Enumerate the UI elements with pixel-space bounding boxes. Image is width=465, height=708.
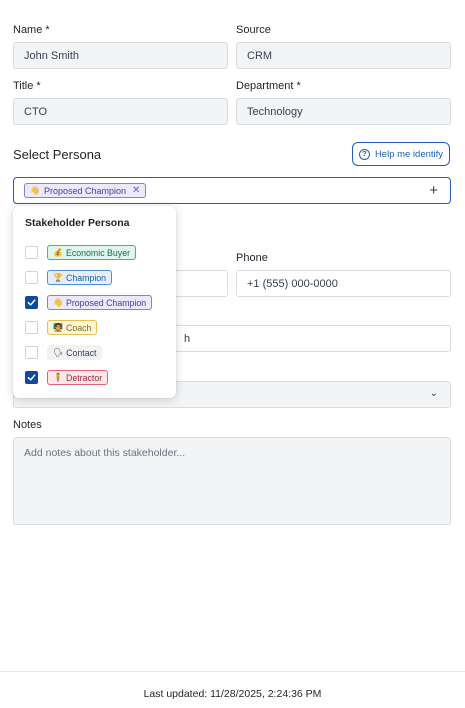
persona-checkbox[interactable] <box>25 246 38 259</box>
title-label: Title * <box>13 80 41 92</box>
persona-option[interactable]: 🧑‍🏫 Coach <box>25 315 164 340</box>
hand-wave-icon: 👋 <box>30 186 40 195</box>
remove-chip-icon[interactable]: ✕ <box>132 185 140 196</box>
select-persona-title: Select Persona <box>13 147 102 162</box>
persona-option-list: 💰 Economic Buyer 🏆 Champion 👋 Proposed Champi… <box>25 240 164 390</box>
add-persona-icon[interactable]: + <box>429 182 438 199</box>
last-updated-text: Last updated: 11/28/2025, 2:24:36 PM <box>143 688 322 700</box>
persona-tag: 🗣 Contact <box>47 345 103 360</box>
persona-option[interactable]: 🏆 Champion <box>25 265 164 290</box>
notes-label: Notes <box>13 419 42 431</box>
persona-checkbox[interactable] <box>25 371 38 384</box>
checkmark-icon <box>27 374 36 381</box>
persona-option[interactable]: 👋 Proposed Champion <box>25 290 164 315</box>
question-circle-icon: ? <box>358 148 370 160</box>
hidden-field-tail: h <box>184 332 191 345</box>
phone-label: Phone <box>236 252 268 264</box>
phone-field[interactable]: +1 (555) 000-0000 <box>236 270 451 297</box>
persona-tag: 🏆 Champion <box>47 270 113 285</box>
notes-textarea[interactable]: Add notes about this stakeholder... <box>13 437 451 525</box>
person-icon: 🧍 <box>53 373 63 382</box>
dropdown-title: Stakeholder Persona <box>25 217 130 229</box>
department-label: Department * <box>236 80 301 92</box>
speech-icon: 🗣 <box>53 348 64 357</box>
persona-checkbox[interactable] <box>25 296 38 309</box>
persona-option-label: Champion <box>65 272 107 283</box>
persona-tag: 💰 Economic Buyer <box>47 245 137 260</box>
persona-option-label: Economic Buyer <box>65 247 131 258</box>
hand-wave-icon: 👋 <box>53 298 63 307</box>
chalkboard-teacher-icon: 🧑‍🏫 <box>53 323 63 332</box>
chevron-down-icon: ⌄ <box>429 388 438 399</box>
persona-option[interactable]: 🧍 Detractor <box>25 365 164 390</box>
persona-option-label: Coach <box>65 322 92 333</box>
selected-persona-label: Proposed Champion <box>43 185 127 196</box>
persona-checkbox[interactable] <box>25 321 38 334</box>
persona-option-label: Proposed Champion <box>65 297 147 308</box>
persona-checkbox[interactable] <box>25 346 38 359</box>
persona-option-label: Contact <box>66 347 97 358</box>
name-label: Name * <box>13 24 50 36</box>
persona-dropdown: Stakeholder Persona 💰 Economic Buyer 🏆 Cham… <box>13 206 176 398</box>
money-bag-icon: 💰 <box>53 248 63 257</box>
persona-option[interactable]: 💰 Economic Buyer <box>25 240 164 265</box>
name-field[interactable]: John Smith <box>13 42 228 69</box>
help-me-identify-button[interactable]: ? Help me identify <box>352 142 450 166</box>
persona-tag: 🧍 Detractor <box>47 370 109 385</box>
selected-persona-chip: 👋 Proposed Champion ✕ <box>24 183 147 198</box>
persona-option-label: Detractor <box>65 372 103 383</box>
source-label: Source <box>236 24 271 36</box>
title-field[interactable]: CTO <box>13 98 228 125</box>
persona-option[interactable]: 🗣 Contact <box>25 340 164 365</box>
trophy-icon: 🏆 <box>53 273 63 282</box>
persona-checkbox[interactable] <box>25 271 38 284</box>
footer-divider <box>0 671 465 672</box>
department-field[interactable]: Technology <box>236 98 451 125</box>
persona-tag: 🧑‍🏫 Coach <box>47 320 98 335</box>
help-button-label: Help me identify <box>374 148 444 160</box>
checkmark-icon <box>27 299 36 306</box>
persona-tag: 👋 Proposed Champion <box>47 295 153 310</box>
persona-select[interactable]: 👋 Proposed Champion ✕ + <box>13 177 451 204</box>
source-field: CRM <box>236 42 451 69</box>
